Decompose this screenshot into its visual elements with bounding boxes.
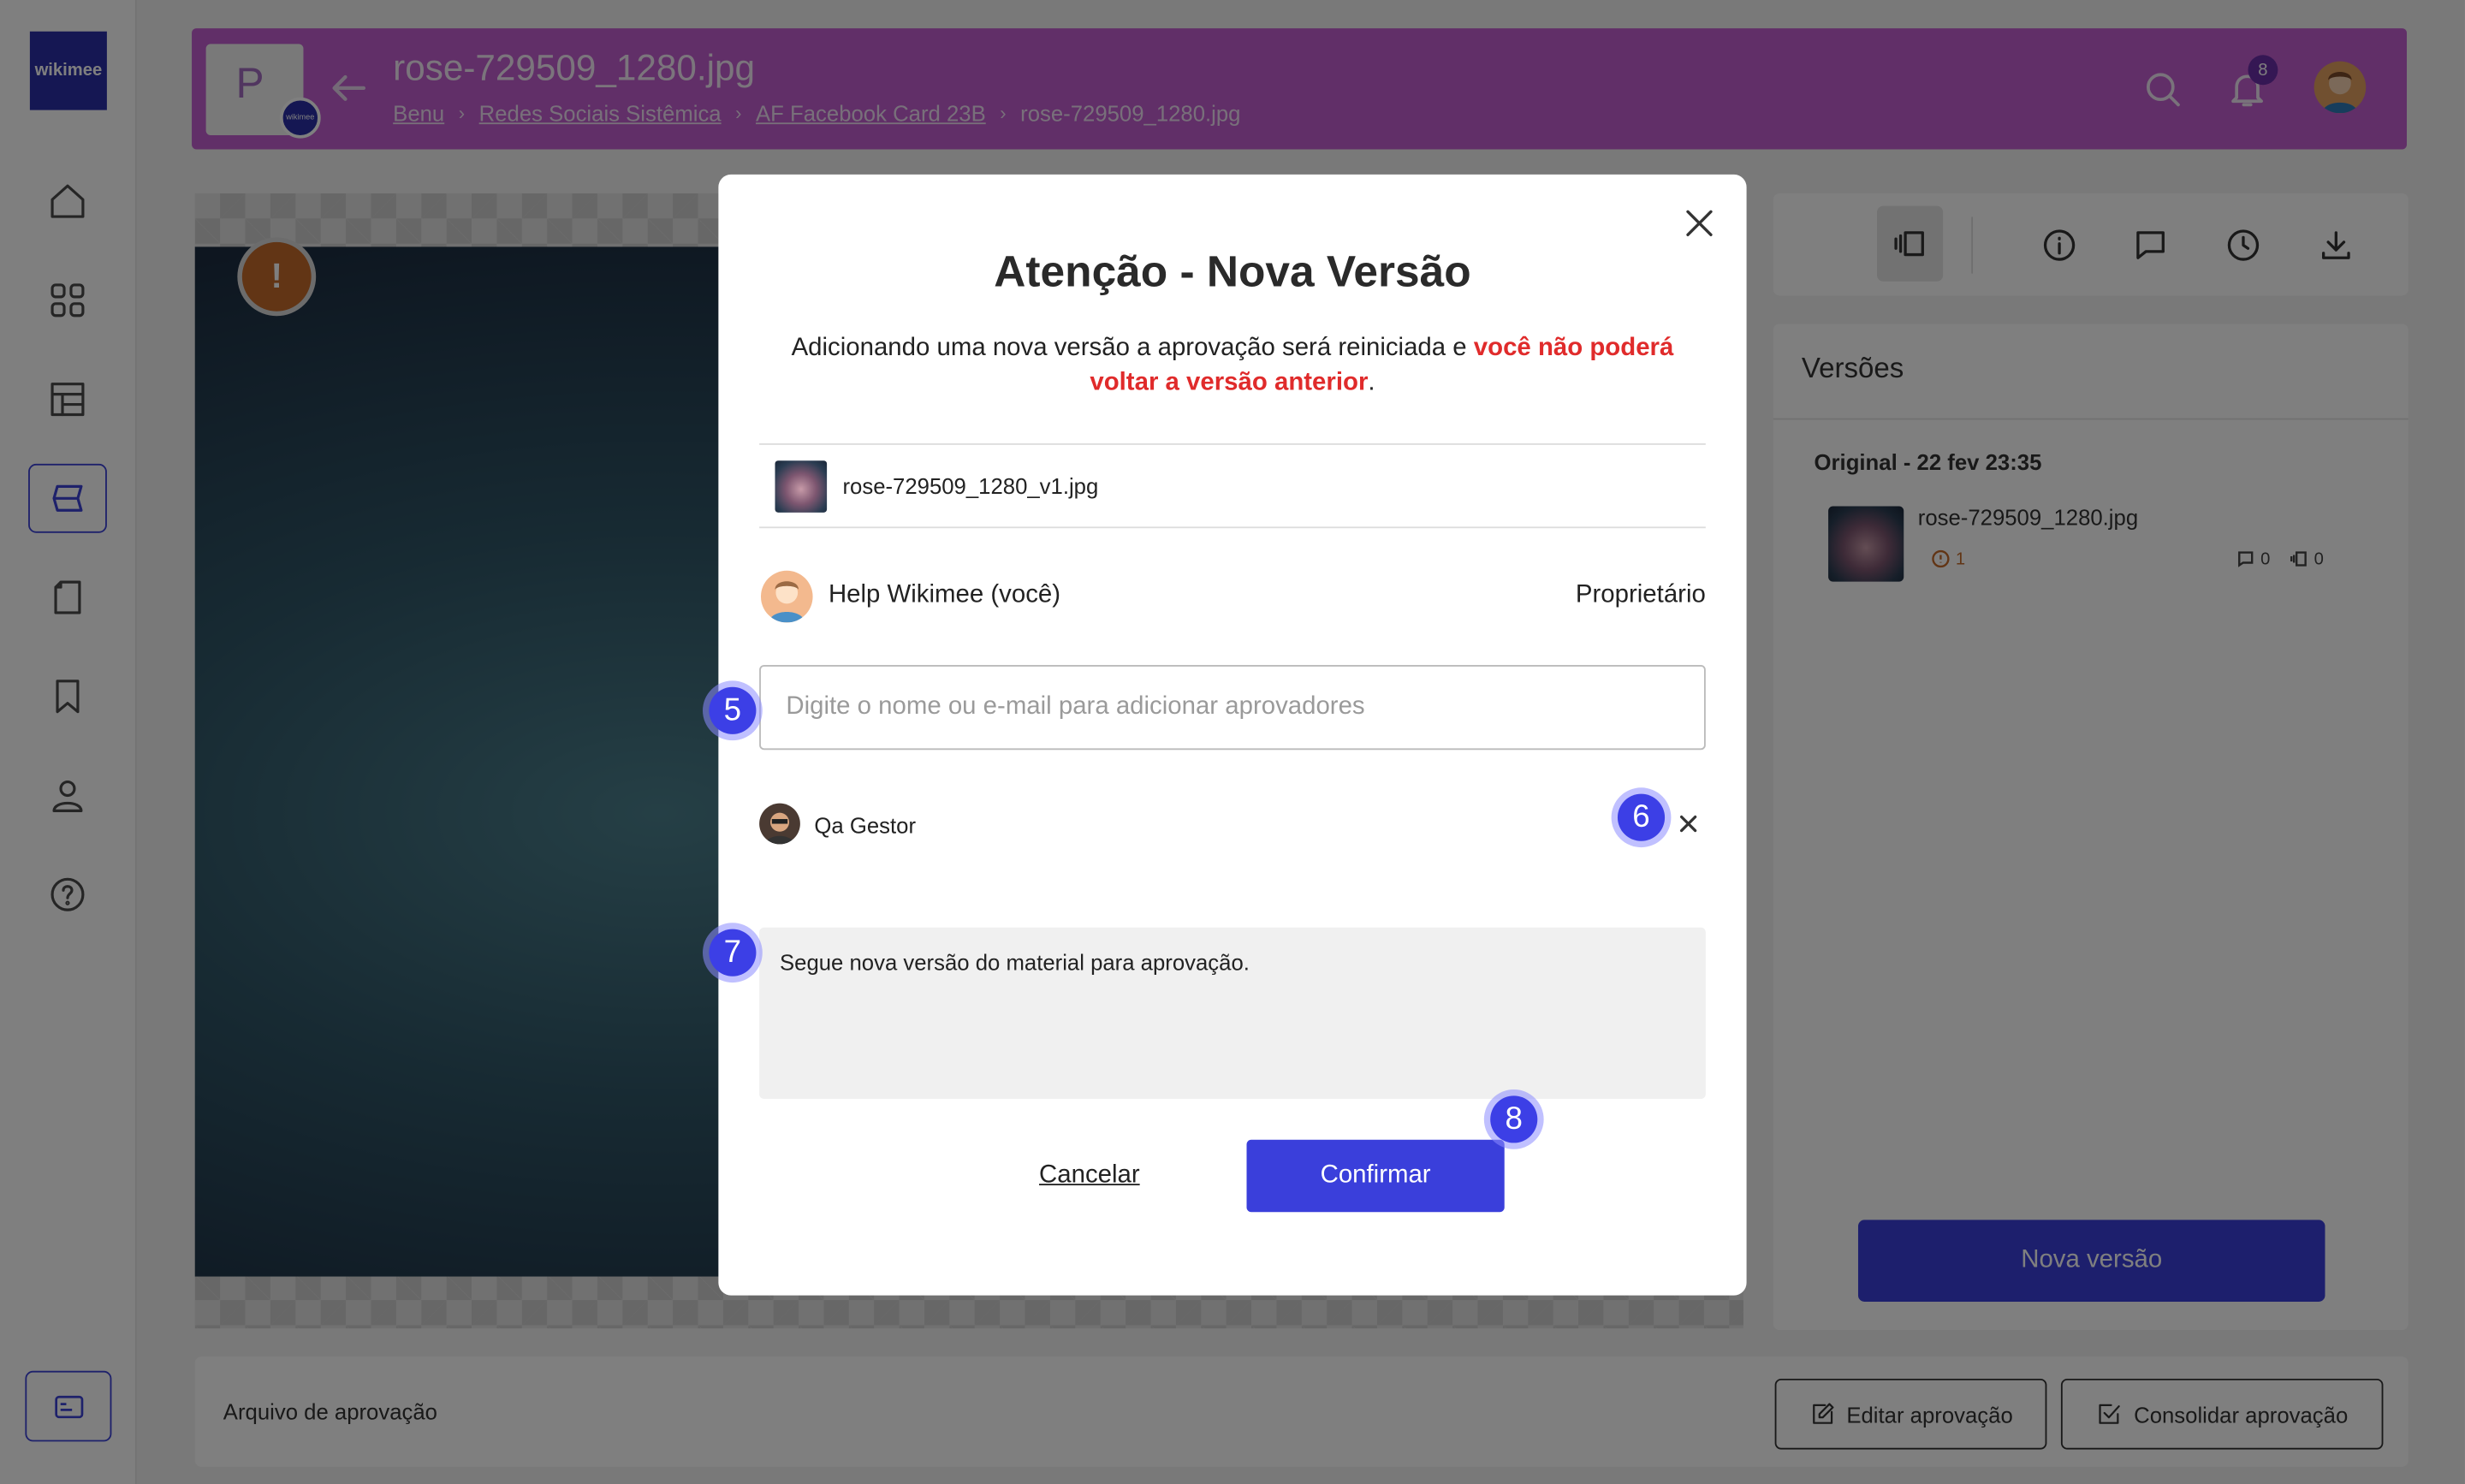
new-file-name: rose-729509_1280_v1.jpg <box>842 472 1099 499</box>
modal-warning-text: Adicionando uma nova versão a aprovação … <box>759 332 1706 401</box>
remove-approver-icon[interactable] <box>1671 806 1705 840</box>
approver-search-input[interactable] <box>759 665 1706 751</box>
owner-name: Help Wikimee (você) <box>828 581 1061 608</box>
approver-name: Qa Gestor <box>814 812 917 839</box>
approver-avatar <box>759 803 800 845</box>
step-marker-5: 5 <box>709 686 757 734</box>
new-file-row: rose-729509_1280_v1.jpg <box>759 443 1706 529</box>
owner-role: Proprietário <box>1575 581 1706 608</box>
file-thumbnail <box>775 460 828 513</box>
owner-row: Help Wikimee (você) Proprietário <box>759 570 1706 624</box>
approver-item: Qa Gestor <box>759 800 1706 851</box>
warning-text: Adicionando uma nova versão a aprovação … <box>791 335 1474 362</box>
close-icon[interactable] <box>1676 199 1723 246</box>
cancel-button[interactable]: Cancelar <box>1001 1140 1178 1212</box>
owner-avatar <box>760 570 813 623</box>
step-marker-7: 7 <box>709 929 757 976</box>
message-textarea[interactable]: Segue nova versão do material para aprov… <box>759 927 1706 1099</box>
warning-end: . <box>1368 369 1375 396</box>
step-marker-6: 6 <box>1617 793 1666 841</box>
step-marker-8: 8 <box>1490 1095 1538 1143</box>
modal-title: Atenção - Nova Versão <box>994 246 1471 296</box>
new-version-modal: Atenção - Nova Versão Adicionando uma no… <box>718 174 1747 1296</box>
confirm-button[interactable]: Confirmar <box>1246 1139 1505 1213</box>
